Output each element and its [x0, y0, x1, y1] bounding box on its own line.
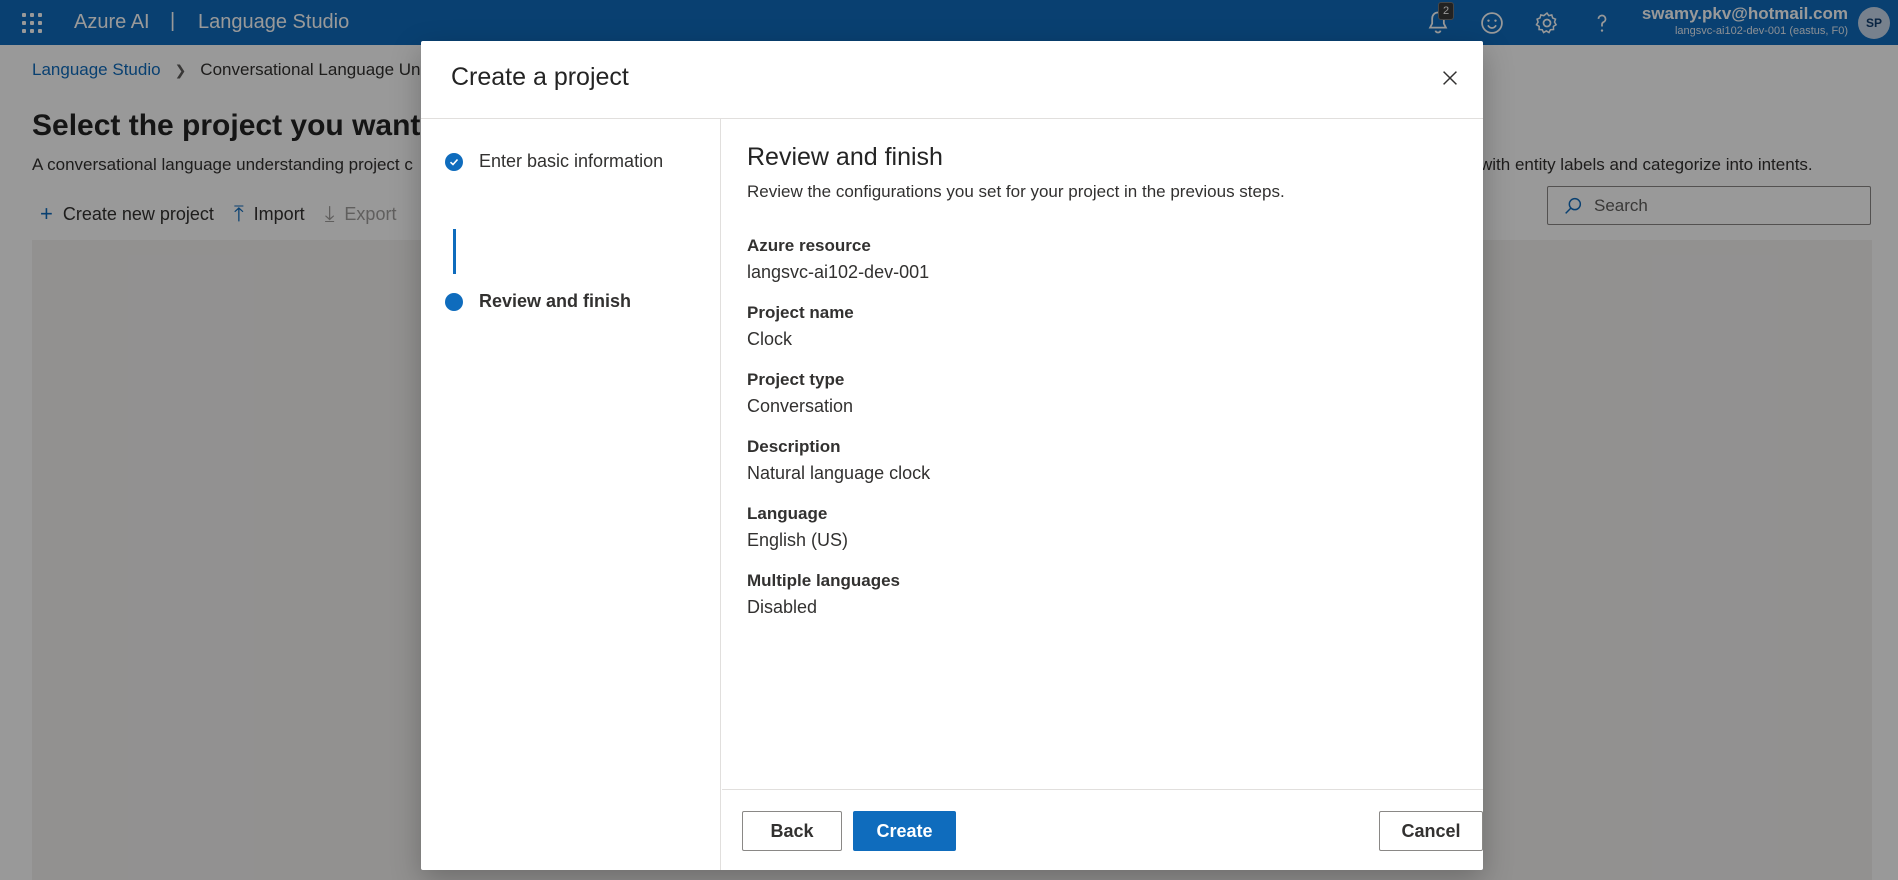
- review-content: Review and finish Review the configurati…: [722, 119, 1483, 789]
- step-review-and-finish[interactable]: Review and finish: [445, 291, 631, 312]
- field-label: Project name: [747, 303, 854, 322]
- field-project-name: Project name Clock: [747, 303, 1458, 350]
- field-project-type: Project type Conversation: [747, 370, 1458, 417]
- close-icon[interactable]: [1439, 67, 1461, 89]
- field-value: Conversation: [747, 396, 854, 416]
- field-label: Project type: [747, 370, 845, 389]
- field-value: English (US): [747, 530, 849, 550]
- dialog-header: Create a project: [421, 41, 1483, 119]
- step-label: Enter basic information: [479, 151, 664, 171]
- field-label: Language: [747, 504, 828, 523]
- wizard-steps: Enter basic information Review and finis…: [421, 119, 721, 870]
- field-label: Multiple languages: [747, 571, 901, 590]
- create-button[interactable]: Create: [853, 811, 956, 851]
- step-completed-check-icon: [445, 152, 463, 171]
- field-value: langsvc-ai102-dev-001: [747, 262, 930, 282]
- field-description: Description Natural language clock: [747, 437, 1458, 484]
- cancel-button[interactable]: Cancel: [1379, 811, 1483, 851]
- field-multiple-languages: Multiple languages Disabled: [747, 571, 1458, 618]
- step-current-dot-icon: [445, 292, 463, 311]
- step-enter-basic-information[interactable]: Enter basic information: [445, 151, 663, 172]
- back-button[interactable]: Back: [742, 811, 842, 851]
- review-fields: Azure resource langsvc-ai102-dev-001 Pro…: [747, 236, 1458, 618]
- field-value: Clock: [747, 329, 793, 349]
- field-value: Natural language clock: [747, 463, 931, 483]
- field-language: Language English (US): [747, 504, 1458, 551]
- field-azure-resource: Azure resource langsvc-ai102-dev-001: [747, 236, 1458, 283]
- field-label: Azure resource: [747, 236, 871, 255]
- step-label: Review and finish: [479, 291, 632, 311]
- dialog-title: Create a project: [451, 63, 629, 91]
- review-subheading: Review the configurations you set for yo…: [747, 182, 1285, 201]
- field-value: Disabled: [747, 597, 818, 617]
- dialog-footer: Back Create Cancel: [722, 789, 1483, 870]
- field-label: Description: [747, 437, 841, 456]
- review-heading: Review and finish: [747, 143, 943, 171]
- create-project-dialog: Create a project Enter basic information…: [421, 41, 1483, 870]
- step-progress-line: [453, 229, 456, 274]
